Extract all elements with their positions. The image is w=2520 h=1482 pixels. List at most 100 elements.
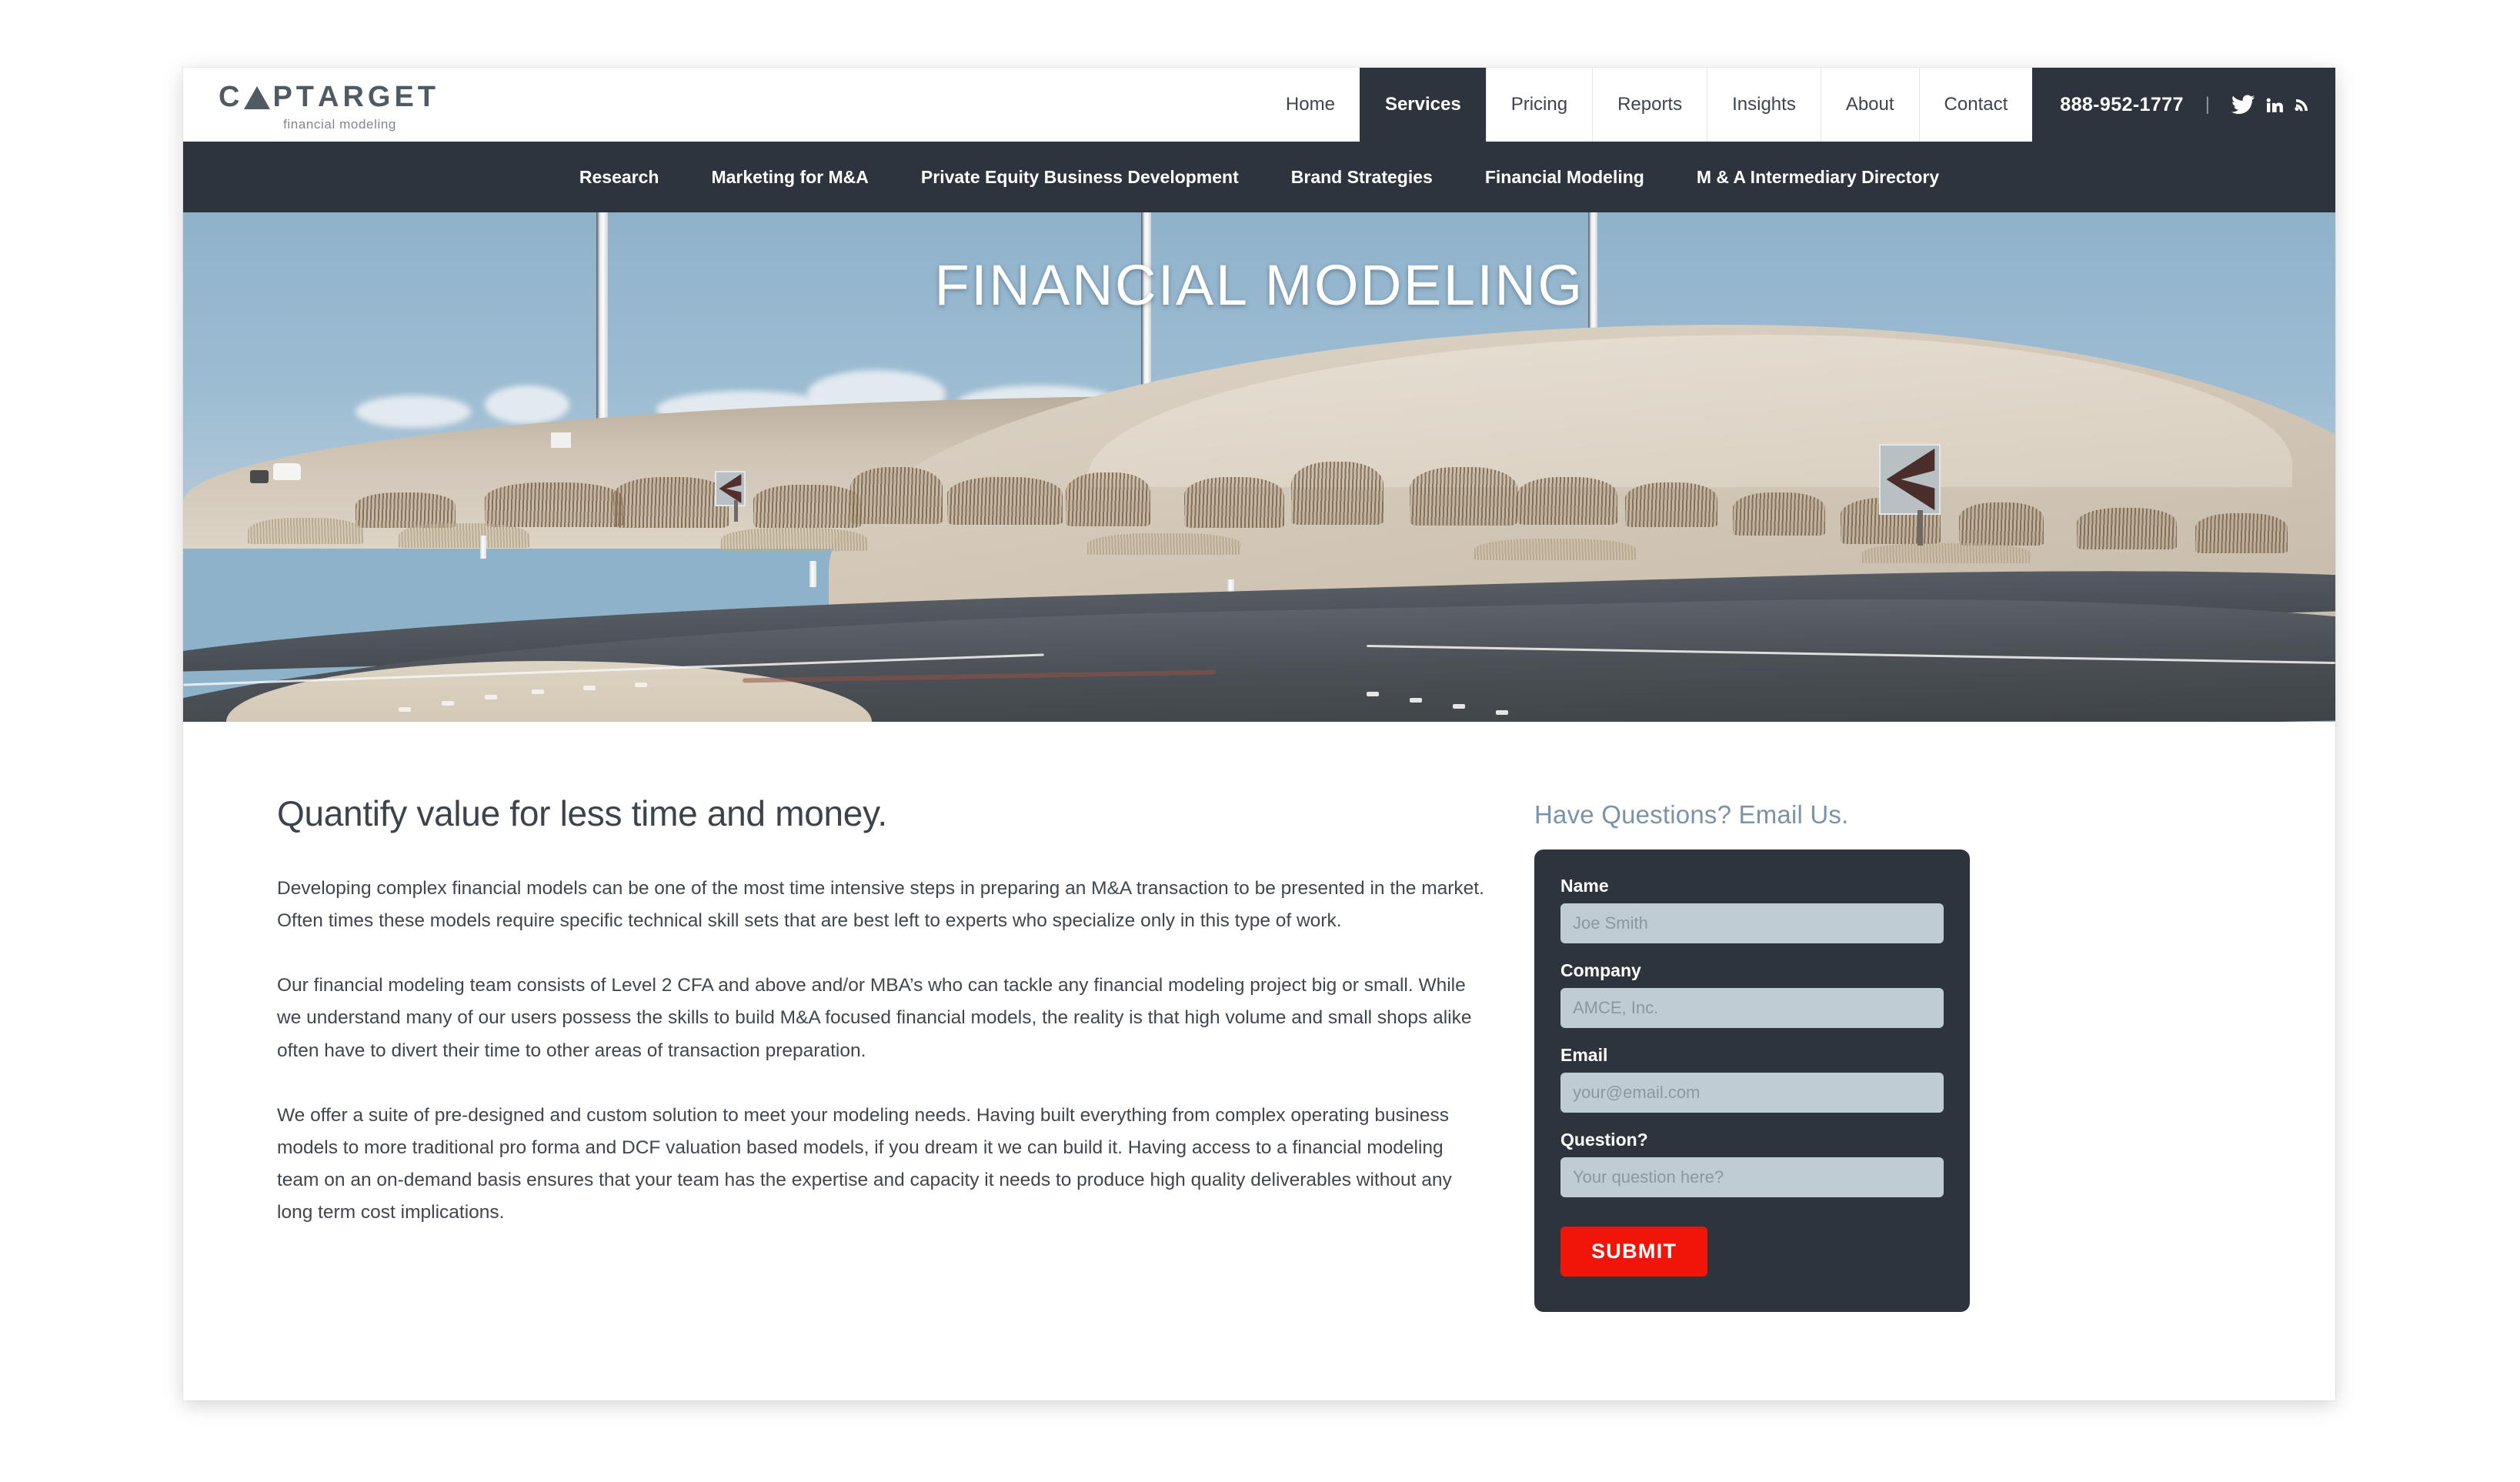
sign-plate: [714, 470, 746, 506]
grass-patch: [1474, 538, 1637, 560]
reed-clump: [1065, 472, 1150, 526]
subnav-item-ma-intermediary-directory[interactable]: M & A Intermediary Directory: [1671, 167, 1965, 188]
company-field-label: Company: [1560, 960, 1641, 980]
subnav-item-financial-modeling[interactable]: Financial Modeling: [1459, 167, 1671, 188]
logo-tagline: financial modeling: [283, 116, 396, 132]
chevron-left-icon: [719, 473, 742, 503]
lane-dash: [1410, 697, 1423, 703]
website-page: C PT ARGET financial modeling Home Servi…: [183, 68, 2335, 1400]
question-field-label: Question?: [1560, 1130, 1648, 1150]
reed-clump: [1958, 502, 2044, 546]
chevron-sign-small: [714, 470, 746, 506]
white-van: [273, 463, 302, 481]
subnav-item-marketing-for-ma[interactable]: Marketing for M&A: [685, 167, 894, 188]
van-shadow: [249, 469, 269, 483]
sign-post: [1918, 510, 1924, 546]
site-logo[interactable]: C PT ARGET financial modeling: [183, 68, 439, 142]
lane-dash: [635, 682, 648, 687]
reed-clump: [355, 492, 456, 529]
body-paragraph-3: We offer a suite of pre-designed and cus…: [277, 1104, 1452, 1223]
reed-clump: [946, 477, 1063, 526]
page-headline: Quantify value for less time and money.: [277, 793, 887, 833]
phone-number[interactable]: 888-952-1777: [2060, 94, 2184, 116]
secondary-navigation: Research Marketing for M&A Private Equit…: [183, 142, 2335, 212]
name-field-label: Name: [1560, 876, 1609, 896]
chevron-sign-large[interactable]: [1879, 444, 1941, 516]
lane-dash: [1496, 709, 1509, 715]
body-paragraph-1: Developing complex financial models can …: [277, 878, 1484, 932]
marker-post: [809, 561, 816, 588]
twitter-icon[interactable]: [2231, 95, 2255, 115]
grass-patch: [398, 522, 529, 548]
reed-clump: [2077, 507, 2178, 549]
cloud: [484, 386, 569, 425]
logo-text-part-1: C: [219, 80, 244, 113]
hero-title: FINANCIAL MODELING: [934, 253, 1584, 317]
nav-item-services[interactable]: Services: [1359, 68, 1486, 142]
body-paragraph-2: Our financial modeling team consists of …: [277, 975, 1472, 1061]
lane-dash: [398, 706, 411, 712]
logo-wordmark: C PT ARGET: [219, 82, 439, 112]
reed-clump: [1291, 462, 1384, 526]
browser-viewport: C PT ARGET financial modeling Home Servi…: [0, 0, 2520, 1482]
social-links: [2231, 95, 2312, 115]
lane-dash: [484, 694, 497, 699]
reed-clump: [1183, 477, 1284, 529]
primary-navigation: Home Services Pricing Reports Insights A…: [1260, 68, 2335, 142]
reed-clump: [484, 482, 623, 527]
nav-item-contact[interactable]: Contact: [1918, 68, 2033, 142]
rss-icon[interactable]: [2294, 95, 2312, 114]
reed-clump: [2195, 512, 2288, 553]
reed-clump: [1732, 492, 1825, 536]
reed-clump: [1410, 467, 1518, 526]
grass-patch: [247, 518, 363, 545]
lane-dash: [583, 685, 596, 690]
grass-patch: [1086, 533, 1241, 556]
site-header: C PT ARGET financial modeling Home Servi…: [183, 68, 2335, 142]
logo-text-part-3: ARGET: [318, 80, 440, 113]
company-input[interactable]: [1560, 988, 1944, 1028]
distant-structure: [551, 432, 572, 448]
nav-item-pricing[interactable]: Pricing: [1485, 68, 1593, 142]
linkedin-icon[interactable]: [2265, 95, 2284, 115]
divider: |: [2205, 94, 2210, 115]
contact-column: Have Questions? Email Us. Name Company E…: [1534, 793, 2027, 1312]
grass-patch: [1861, 543, 2031, 564]
contact-form-heading: Have Questions? Email Us.: [1534, 800, 1849, 829]
grass-patch: [721, 528, 868, 552]
reed-clump: [1624, 482, 1717, 527]
lane-dash: [441, 700, 454, 706]
email-field-label: Email: [1560, 1045, 1608, 1065]
article-column: Quantify value for less time and money. …: [242, 793, 1488, 1312]
nav-item-about[interactable]: About: [1820, 68, 1919, 142]
hero-banner: FINANCIAL MODELING: [183, 212, 2335, 722]
subnav-item-private-equity-business-development[interactable]: Private Equity Business Development: [895, 167, 1265, 188]
name-input[interactable]: [1560, 903, 1944, 943]
chevron-left-icon: [1886, 449, 1935, 511]
reed-clump: [753, 485, 862, 529]
contact-form: Name Company Email Question? SUBMIT: [1534, 849, 1970, 1312]
lane-dash: [1453, 703, 1466, 709]
cloud: [355, 396, 471, 429]
sign-post: [734, 500, 739, 522]
lane-dash: [1367, 691, 1380, 696]
contact-bar: 888-952-1777 |: [2032, 68, 2335, 142]
lane-dash: [532, 689, 545, 695]
sign-plate: [1879, 444, 1941, 516]
triangle-icon: [244, 85, 271, 109]
subnav-item-research[interactable]: Research: [553, 167, 686, 188]
subnav-item-brand-strategies[interactable]: Brand Strategies: [1265, 167, 1459, 188]
question-input[interactable]: [1560, 1157, 1944, 1197]
email-input[interactable]: [1560, 1073, 1944, 1113]
nav-item-reports[interactable]: Reports: [1592, 68, 1707, 142]
nav-item-home[interactable]: Home: [1260, 68, 1360, 142]
reed-clump: [850, 467, 943, 524]
logo-text-part-2: PT: [272, 80, 319, 113]
reed-clump: [1517, 477, 1618, 526]
submit-button[interactable]: SUBMIT: [1560, 1227, 1708, 1277]
reed-clump: [613, 477, 729, 529]
marker-post: [479, 536, 486, 559]
island-grass: [248, 681, 442, 722]
main-content: Quantify value for less time and money. …: [183, 722, 2335, 1366]
nav-item-insights[interactable]: Insights: [1707, 68, 1821, 142]
